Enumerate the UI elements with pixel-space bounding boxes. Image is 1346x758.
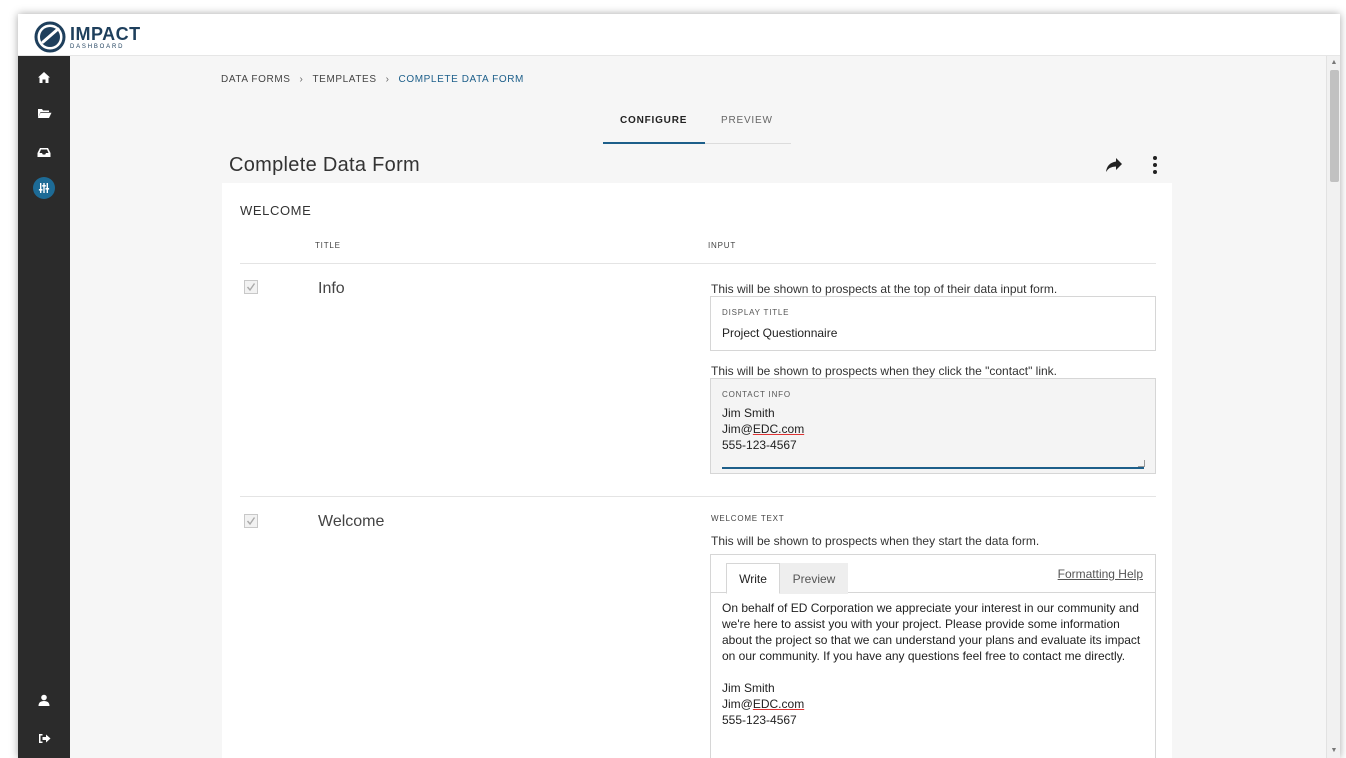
column-header-input: INPUT: [708, 241, 736, 250]
inbox-icon: [37, 147, 51, 157]
info-checkbox[interactable]: [244, 280, 258, 294]
sidebar-item-user[interactable]: [18, 686, 70, 714]
header-divider: [240, 263, 1156, 264]
welcome-paragraph: On behalf of ED Corporation we appreciat…: [722, 601, 1141, 663]
scroll-down-icon[interactable]: ▼: [1329, 746, 1339, 756]
signature-phone: 555-123-4567: [722, 713, 797, 727]
resize-handle-icon[interactable]: [1138, 460, 1145, 467]
app-subtitle: DASHBOARD: [70, 43, 125, 50]
display-title-field[interactable]: DISPLAY TITLE Project Questionnaire: [710, 296, 1156, 351]
sidebar-item-settings[interactable]: [18, 174, 70, 202]
signature-email: Jim@EDC.com: [722, 696, 1146, 712]
breadcrumb-data-forms[interactable]: DATA FORMS: [221, 74, 291, 85]
gauge-logo-icon: [34, 21, 66, 53]
welcome-text-hint: This will be shown to prospects when the…: [711, 534, 1040, 548]
sliders-icon: [38, 183, 50, 193]
sidebar-item-inbox[interactable]: [18, 138, 70, 166]
app-logo[interactable]: IMPACT DASHBOARD: [34, 21, 141, 53]
breadcrumb-templates[interactable]: TEMPLATES: [312, 74, 376, 85]
folder-open-icon: [37, 109, 51, 118]
sign-out-icon: [38, 733, 50, 743]
email-prefix: Jim@: [722, 422, 753, 436]
contact-line-name: Jim Smith: [722, 406, 775, 420]
email-domain: EDC.com: [752, 422, 805, 436]
section-title: WELCOME: [240, 203, 312, 218]
display-title-hint: This will be shown to prospects at the t…: [711, 282, 1058, 296]
form-card: WELCOME TITLE INPUT Info This will be sh…: [222, 183, 1172, 758]
welcome-text-label: WELCOME TEXT: [711, 514, 785, 523]
contact-line-email: Jim@EDC.com: [722, 421, 804, 437]
active-tab-indicator: [603, 142, 705, 144]
user-icon: [38, 694, 50, 706]
contact-line-phone: 555-123-4567: [722, 438, 797, 452]
welcome-text-area[interactable]: On behalf of ED Corporation we appreciat…: [722, 600, 1146, 728]
display-title-label: DISPLAY TITLE: [722, 308, 790, 317]
checkmark-icon: [246, 283, 256, 292]
formatting-help-link[interactable]: Formatting Help: [1058, 567, 1143, 581]
scroll-up-icon[interactable]: ▲: [1329, 58, 1339, 68]
contact-info-hint: This will be shown to prospects when the…: [711, 364, 1058, 378]
sidebar-item-home[interactable]: [18, 63, 70, 91]
editor-tab-write[interactable]: Write: [726, 563, 780, 594]
more-vertical-icon[interactable]: [1150, 154, 1160, 176]
sidebar-item-folder[interactable]: [18, 99, 70, 127]
scroll-thumb[interactable]: [1330, 70, 1339, 182]
tab-preview[interactable]: PREVIEW: [721, 115, 773, 126]
welcome-checkbox[interactable]: [244, 514, 258, 528]
row-label-welcome: Welcome: [318, 513, 385, 530]
column-header-title: TITLE: [315, 241, 341, 250]
sidebar-item-logout[interactable]: [18, 724, 70, 752]
editor-tab-preview[interactable]: Preview: [780, 563, 848, 594]
main-content: DATA FORMS › TEMPLATES › COMPLETE DATA F…: [70, 56, 1326, 758]
row-label-info: Info: [318, 280, 345, 297]
breadcrumb: DATA FORMS › TEMPLATES › COMPLETE DATA F…: [221, 74, 524, 85]
signature-email-prefix: Jim@: [722, 697, 753, 711]
contact-info-label: CONTACT INFO: [722, 390, 791, 399]
signature-email-domain: EDC.com: [752, 697, 805, 711]
home-icon: [38, 71, 50, 83]
focus-underline: [722, 467, 1144, 469]
contact-info-value: Jim Smith Jim@EDC.com 555-123-4567: [722, 405, 804, 453]
welcome-text-editor: Write Preview Formatting Help On behalf …: [710, 554, 1156, 758]
checkmark-icon: [246, 517, 256, 526]
page-scrollbar[interactable]: ▲ ▼: [1326, 56, 1340, 758]
breadcrumb-separator: ›: [385, 74, 390, 85]
breadcrumb-separator: ›: [299, 74, 304, 85]
app-name: IMPACT: [70, 23, 141, 44]
breadcrumb-current: COMPLETE DATA FORM: [398, 74, 524, 85]
display-title-value: Project Questionnaire: [722, 326, 838, 340]
top-bar: IMPACT DASHBOARD: [18, 14, 1340, 56]
signature-name: Jim Smith: [722, 681, 775, 695]
editor-tab-bar: Write Preview Formatting Help: [711, 555, 1155, 594]
tab-configure[interactable]: CONFIGURE: [620, 115, 687, 126]
view-tabs: CONFIGURE PREVIEW: [603, 106, 791, 144]
app-window: IMPACT DASHBOARD DATA FORMS › TEMPLATES …: [18, 14, 1340, 758]
share-icon[interactable]: [1105, 157, 1123, 173]
row-divider: [240, 496, 1156, 497]
contact-info-field[interactable]: CONTACT INFO Jim Smith Jim@EDC.com 555-1…: [710, 378, 1156, 474]
sidebar: [18, 56, 70, 758]
page-title: Complete Data Form: [229, 154, 421, 176]
